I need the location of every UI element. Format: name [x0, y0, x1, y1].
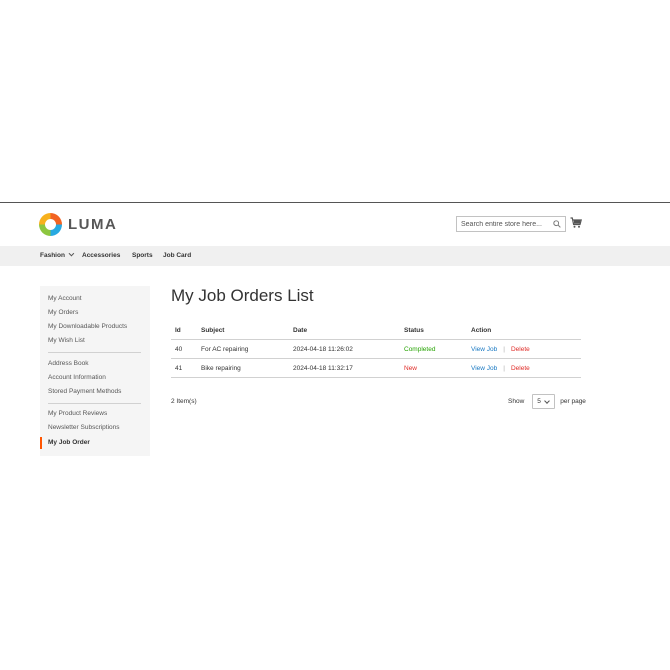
delete-link[interactable]: Delete: [511, 346, 530, 353]
sidebar-divider: [48, 403, 141, 404]
column-header-date: Date: [293, 327, 308, 334]
chevron-down-icon: [68, 250, 75, 257]
cell-actions: View Job | Delete: [471, 365, 530, 372]
page-size-limiter: Show 5 per page: [508, 394, 586, 409]
cell-date: 2024-04-18 11:32:17: [293, 365, 353, 372]
limiter-per-page-label: per page: [560, 398, 586, 405]
table-row: 41 Bike repairing 2024-04-18 11:32:17 Ne…: [171, 359, 581, 378]
nav-item-label: Fashion: [40, 252, 65, 259]
logo-text: LUMA: [68, 216, 118, 233]
search-box: [456, 216, 566, 232]
page-size-value: 5: [537, 398, 541, 405]
column-header-id: Id: [175, 327, 181, 334]
chevron-down-icon: [544, 398, 551, 404]
cell-subject: Bike repairing: [201, 365, 241, 372]
table-row: 40 For AC repairing 2024-04-18 11:26:02 …: [171, 340, 581, 359]
sidebar-item-newsletter-subscriptions[interactable]: Newsletter Subscriptions: [48, 424, 120, 431]
cell-actions: View Job | Delete: [471, 346, 530, 353]
search-input[interactable]: [461, 220, 553, 228]
page-size-select[interactable]: 5: [532, 394, 556, 409]
view-job-link[interactable]: View Job: [471, 346, 497, 353]
cell-subject: For AC repairing: [201, 346, 249, 353]
nav-item-fashion[interactable]: Fashion: [40, 250, 75, 259]
sidebar-item-my-orders[interactable]: My Orders: [48, 309, 78, 316]
sidebar-item-wish-list[interactable]: My Wish List: [48, 337, 85, 344]
page-title: My Job Orders List: [171, 286, 314, 305]
active-indicator: [40, 437, 42, 449]
action-separator: |: [503, 365, 505, 372]
sidebar-item-account-information[interactable]: Account Information: [48, 374, 106, 381]
table-header: Id Subject Date Status Action: [171, 322, 581, 340]
item-count: 2 Item(s): [171, 398, 197, 405]
status-badge: Completed: [404, 346, 436, 353]
cell-id: 41: [175, 365, 183, 372]
nav-item-job-card[interactable]: Job Card: [163, 252, 191, 259]
sidebar-item-stored-payment-methods[interactable]: Stored Payment Methods: [48, 388, 121, 395]
nav-item-sports[interactable]: Sports: [132, 252, 153, 259]
nav-item-accessories[interactable]: Accessories: [82, 252, 120, 259]
cell-date: 2024-04-18 11:26:02: [293, 346, 353, 353]
column-header-status: Status: [404, 327, 424, 334]
limiter-show-label: Show: [508, 398, 525, 405]
main-navigation: Fashion Accessories Sports Job Card: [0, 246, 670, 266]
action-separator: |: [503, 346, 505, 353]
status-badge: New: [404, 365, 418, 372]
cell-id: 40: [175, 346, 183, 353]
sidebar-item-downloadable-products[interactable]: My Downloadable Products: [48, 323, 127, 330]
job-orders-table: Id Subject Date Status Action 40 For AC …: [171, 322, 581, 378]
search-icon[interactable]: [553, 220, 561, 228]
sidebar-item-my-job-order[interactable]: My Job Order: [48, 439, 90, 446]
sidebar-item-address-book[interactable]: Address Book: [48, 360, 88, 367]
sidebar-item-product-reviews[interactable]: My Product Reviews: [48, 410, 107, 417]
column-header-subject: Subject: [201, 327, 225, 334]
account-sidebar: My Account My Orders My Downloadable Pro…: [40, 286, 150, 456]
cart-icon[interactable]: [570, 217, 582, 229]
store-logo[interactable]: LUMA: [39, 213, 117, 236]
header: LUMA: [0, 203, 670, 246]
luma-logo-icon: [39, 213, 62, 236]
delete-link[interactable]: Delete: [511, 365, 530, 372]
view-job-link[interactable]: View Job: [471, 365, 497, 372]
column-header-action: Action: [471, 327, 492, 334]
sidebar-divider: [48, 352, 141, 353]
sidebar-item-my-account[interactable]: My Account: [48, 295, 82, 302]
